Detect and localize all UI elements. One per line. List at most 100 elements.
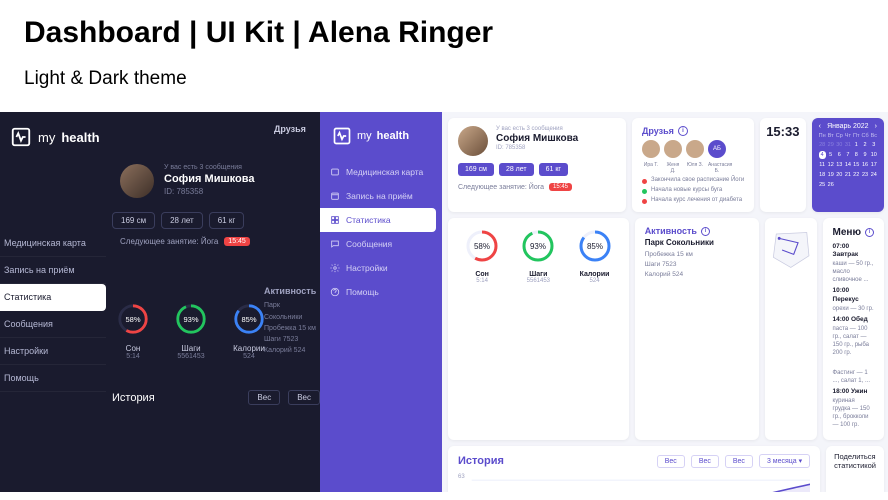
calendar-day[interactable]: 19 (828, 171, 834, 179)
nav-appointment[interactable]: Запись на приём (0, 257, 106, 284)
ring-sleep-label: Сон (112, 344, 154, 353)
nav-label: Сообщения (346, 239, 392, 249)
chat-icon (330, 239, 340, 249)
history-range-dropdown[interactable]: 3 месяца (759, 454, 810, 468)
calendar-card[interactable]: ‹Январь 2022› ПнВтСрЧтПтСбВс282930311234… (812, 118, 884, 212)
next-time-badge: 15:45 (549, 183, 572, 191)
calendar-day[interactable]: 13 (836, 161, 843, 169)
calendar-day[interactable]: 20 (836, 171, 843, 179)
sidebar-nav-dark: Медицинская карта Запись на приём Статис… (0, 230, 106, 392)
cal-next-icon[interactable]: › (875, 123, 877, 130)
weight-chart[interactable]: 63 60 03.01.22 | 61 (458, 472, 810, 492)
nav-help[interactable]: Помощь (0, 365, 106, 392)
ring-sleep: 58% Сон 5:14 (112, 302, 154, 360)
map-route-icon (769, 222, 813, 278)
calendar-day[interactable]: 7 (845, 151, 851, 159)
friend-name: Анастасия Б. (708, 162, 726, 174)
friend-avatar-initials[interactable]: АБ (708, 140, 726, 158)
friend-name: Юля З. (686, 162, 704, 174)
brand-text-2: health (61, 130, 99, 145)
calendar-day[interactable]: 16 (861, 161, 868, 169)
history-card: История Вес Вес Вес 3 месяца 63 60 (448, 446, 820, 492)
page-subtitle: Light & Dark theme (24, 68, 864, 90)
ring-label: Шаги (520, 271, 556, 278)
calendar-day[interactable]: 10 (871, 151, 877, 159)
calendar-day[interactable]: 9 (861, 151, 868, 159)
friend-activity: Начала курс лечения от диабета (651, 197, 742, 204)
calendar-day[interactable]: 3 (871, 141, 877, 149)
heartbeat-icon (332, 126, 352, 146)
calendar-day[interactable]: 23 (861, 171, 868, 179)
friend-name: Женя Д. (664, 162, 682, 174)
friends-title: Друзья (274, 124, 316, 134)
info-icon[interactable]: i (865, 228, 874, 237)
next-time-badge: 15:45 (224, 237, 250, 246)
ring-sleep: 58% Сон 5:14 (464, 228, 500, 430)
nav-medcard[interactable]: Медицинская карта (320, 160, 442, 184)
nav-help[interactable]: Помощь (320, 280, 442, 304)
profile-name: София Мишкова (496, 133, 578, 144)
card-icon (330, 167, 340, 177)
calendar-day[interactable]: 26 (828, 181, 834, 189)
next-session: Следующее занятие: Йога 15:45 (120, 237, 320, 246)
calendar-day[interactable]: 17 (871, 161, 877, 169)
ring-value: 5:14 (464, 278, 500, 284)
calendar-day[interactable]: 11 (819, 161, 826, 169)
calendar-day[interactable]: 6 (836, 151, 843, 159)
next-session: Следующее занятие: Йога 15:45 (458, 183, 616, 191)
nav-settings[interactable]: Настройки (0, 338, 106, 365)
welcome-text: У вас есть 3 сообщения (496, 126, 578, 132)
history-filter-3[interactable]: Вес (725, 455, 753, 468)
calendar-day[interactable]: 5 (828, 151, 834, 159)
activity-title: Активность (645, 226, 697, 236)
calendar-day[interactable]: 8 (853, 151, 859, 159)
activity-run: Пробежка 15 км (645, 250, 749, 260)
next-label: Следующее занятие: Йога (120, 237, 218, 246)
nav-stats[interactable]: Статистика (0, 284, 106, 311)
svg-text:85%: 85% (587, 242, 603, 251)
avatar[interactable] (120, 164, 154, 198)
activity-title: Активность (264, 284, 320, 298)
calendar-day[interactable]: 21 (845, 171, 851, 179)
calendar-grid[interactable]: ПнВтСрЧтПтСбВс28293031123456789101112131… (819, 133, 877, 189)
friend-avatar[interactable] (642, 140, 660, 158)
profile-block: У вас есть 3 сообщения София Мишкова ID:… (0, 160, 320, 206)
pill-weight: 61 кг (539, 163, 568, 176)
calendar-day[interactable]: 2 (861, 141, 868, 149)
nav-messages[interactable]: Сообщения (0, 311, 106, 338)
history-filter-1[interactable]: Вес (248, 390, 280, 405)
calendar-day[interactable]: 1 (853, 141, 859, 149)
history-filter-2[interactable]: Вес (288, 390, 320, 405)
menu-title: Меню (833, 226, 861, 240)
calendar-day[interactable]: 12 (828, 161, 834, 169)
dark-theme-preview: myhealth У вас есть 3 сообщения София Ми… (0, 112, 320, 492)
nav-appointment[interactable]: Запись на приём (320, 184, 442, 208)
nav-label: Медицинская карта (346, 167, 423, 177)
calendar-day[interactable]: 25 (819, 181, 826, 189)
calendar-day[interactable]: 4 (819, 151, 826, 159)
info-icon[interactable]: i (701, 227, 710, 236)
calendar-day[interactable]: 24 (871, 171, 877, 179)
nav-settings[interactable]: Настройки (320, 256, 442, 280)
ring-cal: 85% Калории 524 (577, 228, 613, 430)
friend-activity: Закончила свое расписание Йоги (651, 177, 744, 184)
nav-messages[interactable]: Сообщения (320, 232, 442, 256)
avatar[interactable] (458, 126, 488, 156)
history-filter-1[interactable]: Вес (657, 455, 685, 468)
history-filter-2[interactable]: Вес (691, 455, 719, 468)
cal-prev-icon[interactable]: ‹ (819, 123, 821, 130)
friend-avatar[interactable] (664, 140, 682, 158)
info-icon[interactable]: i (678, 126, 688, 136)
calendar-day[interactable]: 22 (853, 171, 859, 179)
activity-card: Активностьi Парк Сокольники Пробежка 15 … (635, 218, 759, 440)
nav-medcard[interactable]: Медицинская карта (0, 230, 106, 257)
share-card[interactable]: Поделиться статистикой (826, 446, 884, 492)
ring-steps-value: 5561453 (170, 353, 212, 360)
nav-stats[interactable]: Статистика (320, 208, 436, 232)
calendar-day[interactable]: 15 (853, 161, 859, 169)
map-card[interactable] (765, 218, 817, 440)
activity-run: Пробежка 15 км (264, 323, 320, 334)
friend-avatar[interactable] (686, 140, 704, 158)
calendar-day[interactable]: 14 (845, 161, 851, 169)
calendar-day[interactable]: 18 (819, 171, 826, 179)
